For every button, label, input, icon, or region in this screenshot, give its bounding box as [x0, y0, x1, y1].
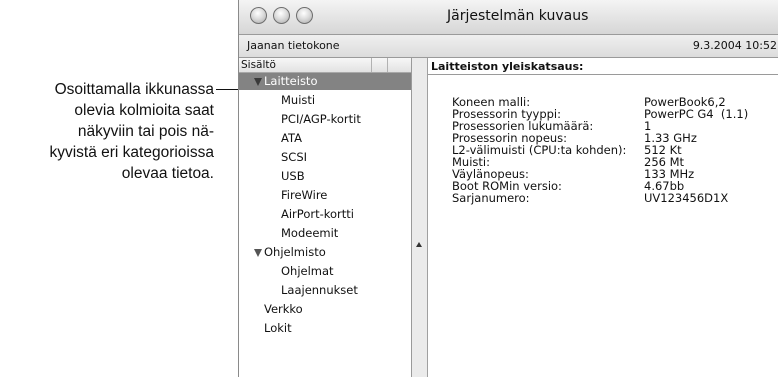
outline-item-verkko[interactable]: Verkko: [239, 301, 411, 318]
contents-outline: Sisältö Laitteisto Muisti PCI/AGP-kortit…: [239, 58, 412, 377]
outline-item-firewire[interactable]: FireWire: [239, 187, 411, 204]
outline-item-ohjelmisto[interactable]: Ohjelmisto: [239, 244, 411, 261]
outline-item-airport[interactable]: AirPort-kortti: [239, 206, 411, 223]
system-profiler-window: Järjestelmän kuvaus Jaanan tietokone 9.3…: [238, 0, 778, 377]
outline-item-muisti[interactable]: Muisti: [239, 92, 411, 109]
outline-item-label: Verkko: [264, 302, 303, 316]
splitter-scroll-strip[interactable]: [412, 58, 428, 377]
column-divider: [371, 58, 372, 72]
outline-item-label: ATA: [281, 131, 302, 145]
close-button[interactable]: [250, 7, 267, 24]
outline-item-lokit[interactable]: Lokit: [239, 320, 411, 337]
outline-item-label: Laajennukset: [281, 283, 358, 297]
callout-line: Osoittamalla ikkunassa: [54, 81, 214, 98]
outline-item-usb[interactable]: USB: [239, 168, 411, 185]
window-title: Järjestelmän kuvaus: [447, 8, 589, 24]
outline-item-label: Modeemit: [281, 226, 339, 240]
spec-value: PowerPC G4 (1.1): [644, 107, 749, 121]
outline-item-label: Laitteisto: [264, 74, 318, 88]
report-datetime: 9.3.2004 10:52: [692, 39, 777, 52]
details-pane: Laitteiston yleiskatsaus: Koneen malli: …: [428, 58, 778, 377]
contents-header-label: Sisältö: [241, 59, 276, 71]
spec-value: UV123456D1X: [644, 191, 729, 205]
outline-item-modeemit[interactable]: Modeemit: [239, 225, 411, 242]
callout-line: näkyviin tai pois nä-: [77, 123, 214, 140]
outline-item-label: FireWire: [281, 188, 328, 202]
callout-line: kyvistä eri kategorioissa: [49, 144, 214, 161]
computer-name: Jaanan tietokone: [247, 39, 340, 52]
outline-item-label: USB: [281, 169, 305, 183]
outline-item-label: AirPort-kortti: [281, 207, 354, 221]
heading-divider: [428, 74, 778, 75]
outline-item-laitteisto[interactable]: Laitteisto: [239, 73, 411, 90]
minimize-button[interactable]: [273, 7, 290, 24]
outline-item-label: SCSI: [281, 150, 308, 164]
outline-item-pci-agp[interactable]: PCI/AGP-kortit: [239, 111, 411, 128]
callout-line: olevia kolmioita saat: [74, 102, 214, 119]
title-bar[interactable]: Järjestelmän kuvaus: [239, 0, 778, 35]
outline-item-label: Ohjelmisto: [264, 245, 326, 259]
outline-item-label: Ohjelmat: [281, 264, 334, 278]
disclosure-triangle-icon[interactable]: [254, 249, 262, 257]
outline-item-label: PCI/AGP-kortit: [281, 112, 361, 126]
scroll-up-arrow-icon[interactable]: [416, 242, 422, 247]
disclosure-triangle-icon[interactable]: [254, 78, 262, 86]
outline-item-label: Muisti: [281, 93, 316, 107]
info-bar: Jaanan tietokone 9.3.2004 10:52: [239, 35, 778, 58]
callout-text: Osoittamalla ikkunassa olevia kolmioita …: [0, 79, 214, 184]
callout-line: olevaa tietoa.: [121, 165, 214, 182]
outline-item-scsi[interactable]: SCSI: [239, 149, 411, 166]
zoom-button[interactable]: [296, 7, 313, 24]
outline-item-label: Lokit: [264, 321, 292, 335]
spec-label: Sarjanumero:: [452, 191, 530, 205]
outline-item-ohjelmat[interactable]: Ohjelmat: [239, 263, 411, 280]
outline-item-ata[interactable]: ATA: [239, 130, 411, 147]
overview-heading: Laitteiston yleiskatsaus:: [431, 60, 584, 73]
outline-item-laajennukset[interactable]: Laajennukset: [239, 282, 411, 299]
column-divider: [387, 58, 388, 72]
contents-column-header[interactable]: Sisältö: [239, 58, 411, 73]
